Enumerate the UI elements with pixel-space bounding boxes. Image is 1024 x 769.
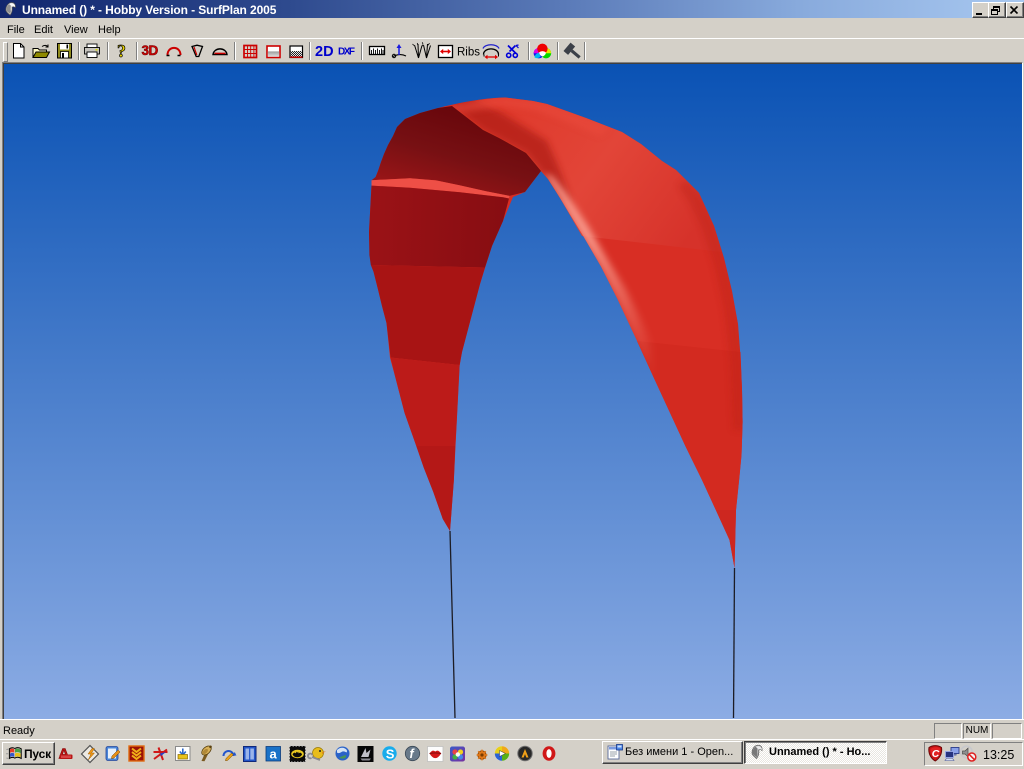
svg-text:S: S <box>386 746 395 761</box>
svg-text:A: A <box>59 746 70 763</box>
svg-text:a: a <box>270 747 278 762</box>
